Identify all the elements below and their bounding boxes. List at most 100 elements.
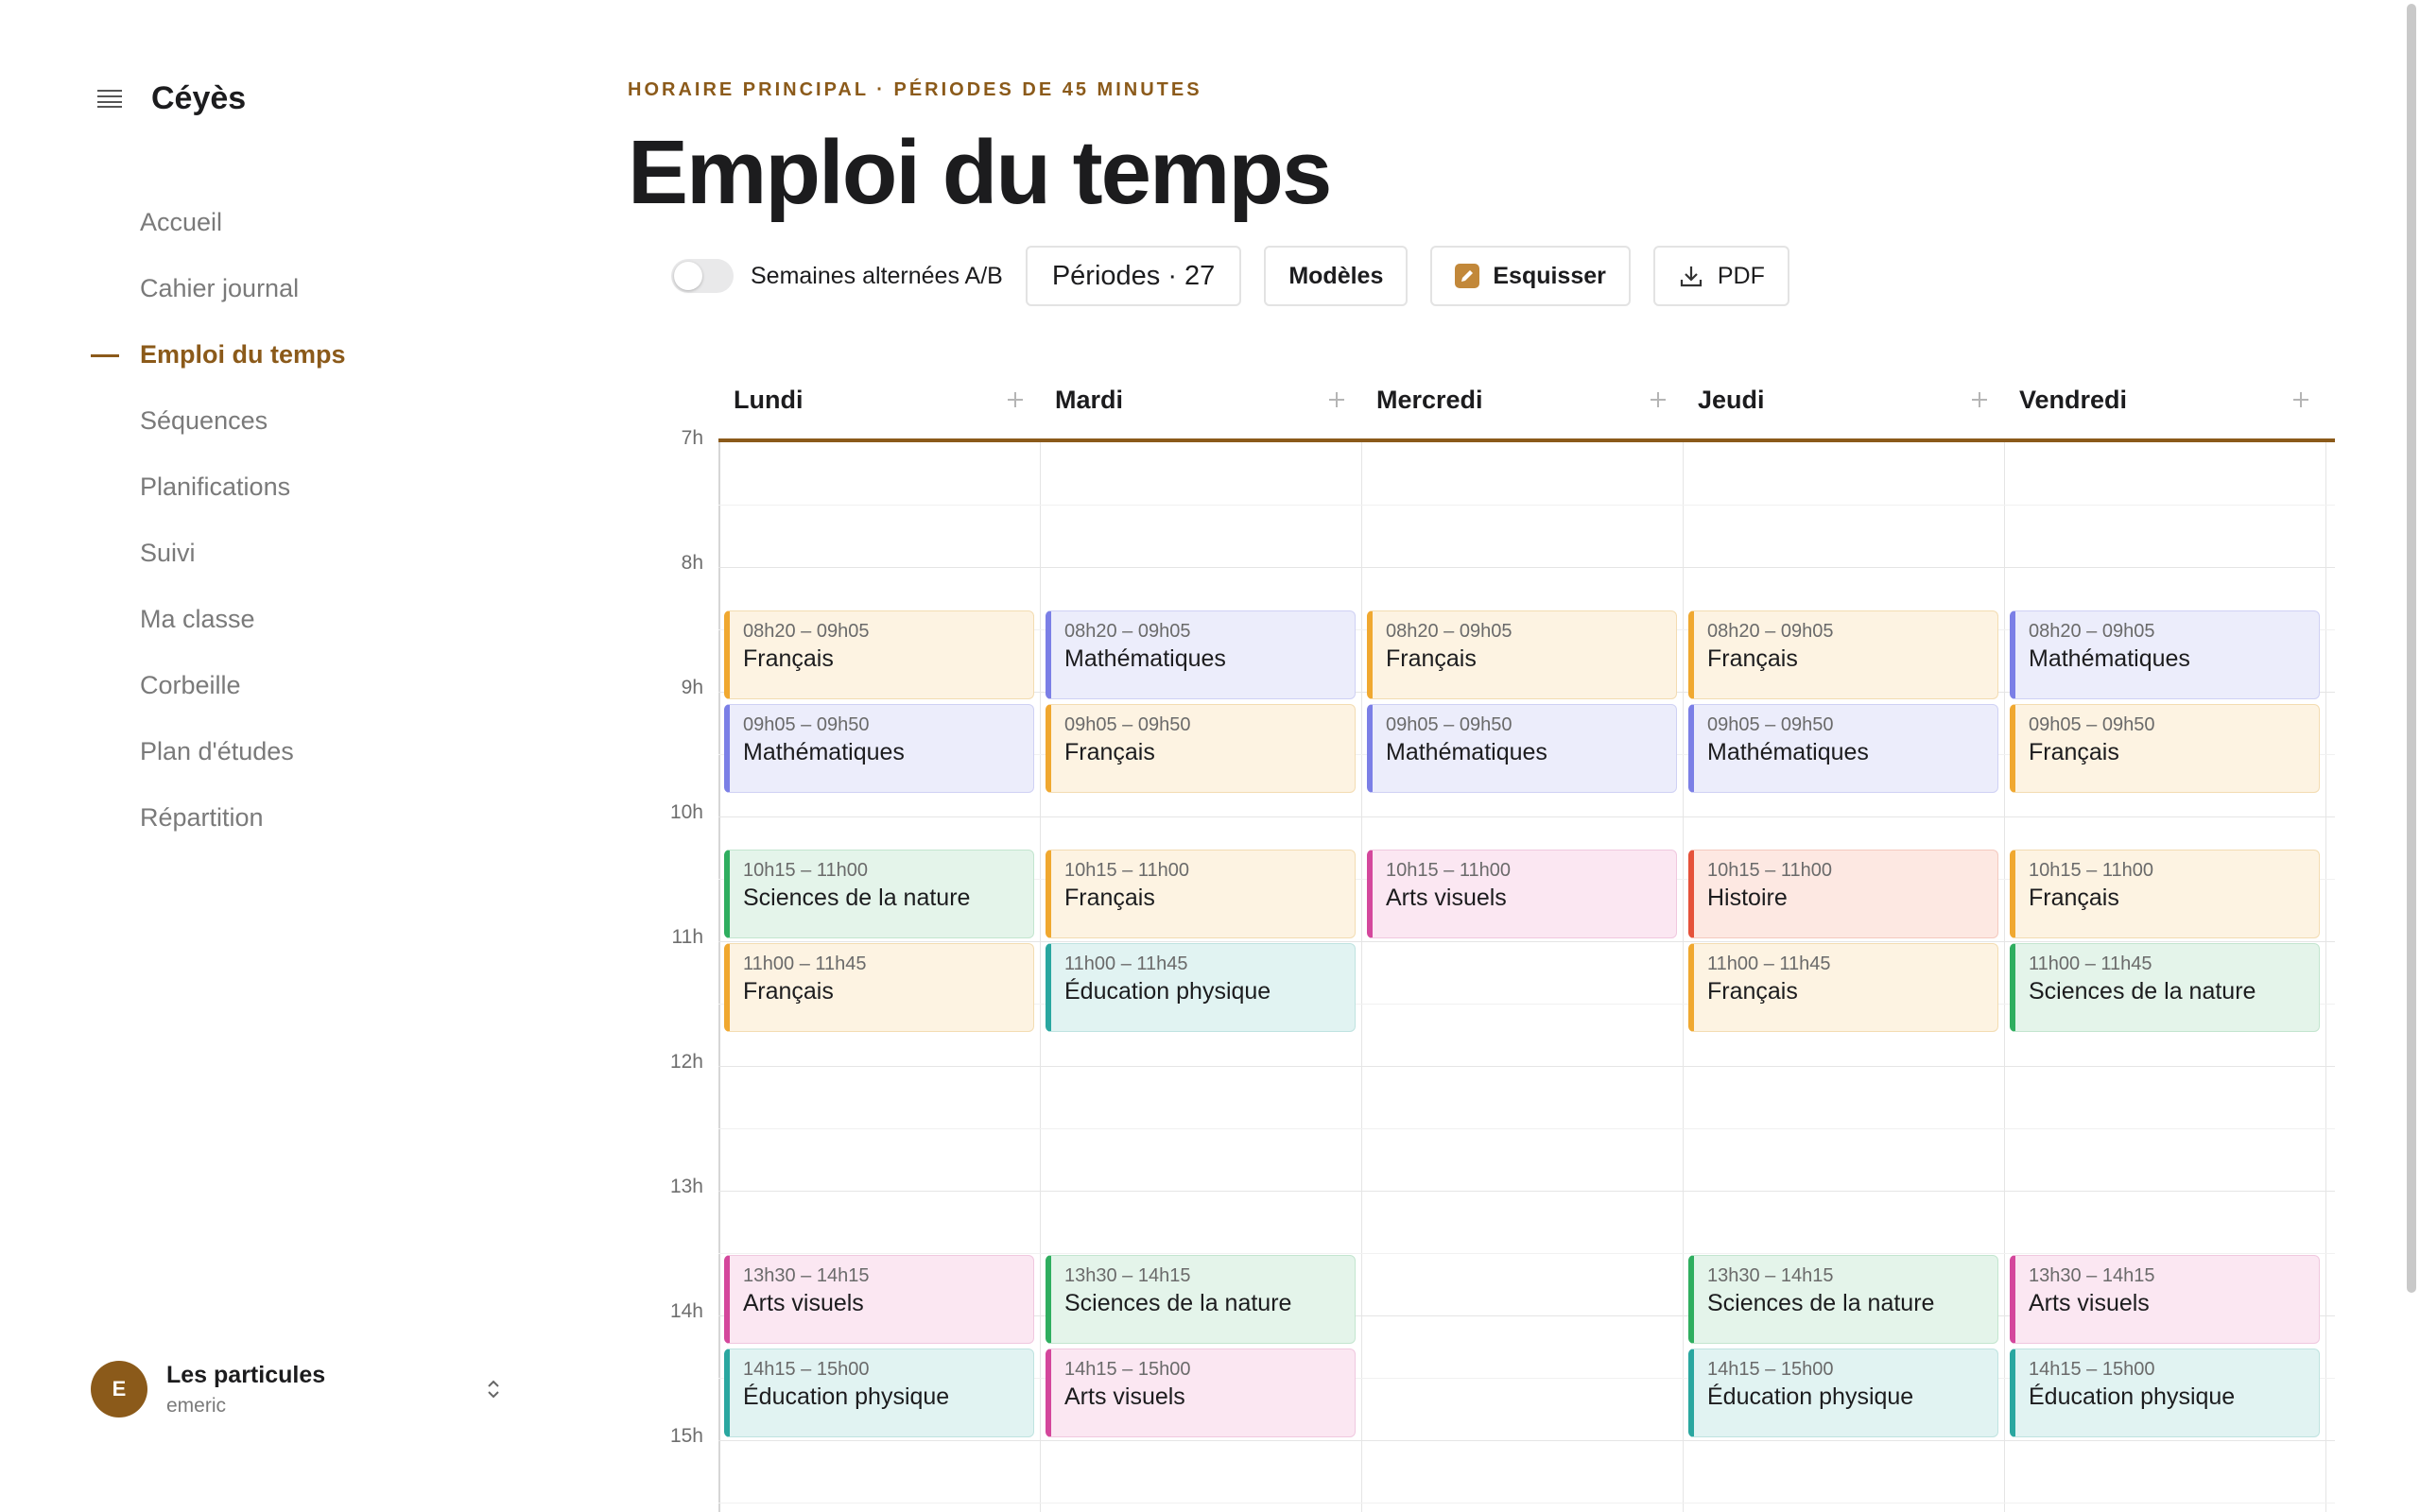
- page-eyebrow: HORAIRE PRINCIPAL · PÉRIODES DE 45 MINUT…: [628, 79, 1202, 100]
- lesson-block[interactable]: 08h20 – 09h05 Français: [724, 610, 1034, 699]
- lesson-block[interactable]: 08h20 – 09h05 Français: [1367, 610, 1677, 699]
- toggle-knob: [674, 262, 702, 290]
- lesson-subject: Sciences de la nature: [1707, 1290, 1935, 1316]
- lesson-subject: Français: [743, 978, 834, 1005]
- lesson-block[interactable]: 14h15 – 15h00 Éducation physique: [724, 1349, 1034, 1437]
- lesson-subject: Français: [2029, 739, 2119, 765]
- lesson-time: 11h00 – 11h45: [2029, 954, 2152, 974]
- lesson-block[interactable]: 08h20 – 09h05 Français: [1688, 610, 1998, 699]
- scrollbar-thumb[interactable]: [2407, 4, 2416, 1293]
- day-name: Vendredi: [2019, 385, 2128, 414]
- alternate-weeks-toggle[interactable]: [671, 259, 734, 293]
- pencil-icon: [1455, 264, 1480, 288]
- pdf-button[interactable]: PDF: [1652, 246, 1789, 306]
- avatar: E: [91, 1361, 147, 1418]
- lesson-block[interactable]: 09h05 – 09h50 Mathématiques: [1367, 704, 1677, 793]
- lesson-time: 08h20 – 09h05: [1064, 621, 1191, 642]
- lesson-block[interactable]: 08h20 – 09h05 Mathématiques: [2010, 610, 2320, 699]
- scrollbar[interactable]: [2403, 0, 2420, 1512]
- lesson-block[interactable]: 09h05 – 09h50 Mathématiques: [1688, 704, 1998, 793]
- column-divider: [718, 442, 720, 1512]
- lesson-time: 14h15 – 15h00: [1707, 1359, 1834, 1380]
- lesson-subject: Mathématiques: [1386, 739, 1547, 765]
- lesson-subject: Français: [1386, 645, 1477, 672]
- lesson-block[interactable]: 09h05 – 09h50 Français: [2010, 704, 2320, 793]
- page-title: Emploi du temps: [628, 122, 1332, 223]
- lesson-time: 11h00 – 11h45: [743, 954, 867, 974]
- lesson-block[interactable]: 11h00 – 11h45 Éducation physique: [1046, 943, 1356, 1032]
- sidebar-item-plan-etudes[interactable]: Plan d'études: [91, 718, 346, 784]
- sidebar-item-suivi[interactable]: Suivi: [91, 520, 346, 586]
- half-hour-line: [718, 1253, 2335, 1254]
- lesson-block[interactable]: 13h30 – 14h15 Sciences de la nature: [1046, 1255, 1356, 1344]
- lesson-block[interactable]: 10h15 – 11h00 Histoire: [1688, 850, 1998, 938]
- day-name: Jeudi: [1698, 385, 1765, 414]
- sidebar-item-sequences[interactable]: Séquences: [91, 387, 346, 454]
- lesson-time: 09h05 – 09h50: [1064, 714, 1191, 735]
- lesson-subject: Arts visuels: [743, 1290, 864, 1316]
- lesson-block[interactable]: 13h30 – 14h15 Arts visuels: [724, 1255, 1034, 1344]
- column-divider: [1683, 442, 1684, 1512]
- periods-button[interactable]: Périodes · 27: [1025, 246, 1242, 306]
- lesson-time: 09h05 – 09h50: [2029, 714, 2155, 735]
- lesson-subject: Sciences de la nature: [743, 885, 971, 911]
- add-lesson-icon[interactable]: [1645, 387, 1671, 413]
- hour-label: 14h: [669, 1300, 703, 1322]
- day-name: Mardi: [1055, 385, 1124, 414]
- lesson-block[interactable]: 11h00 – 11h45 Sciences de la nature: [2010, 943, 2320, 1032]
- lesson-subject: Sciences de la nature: [2029, 978, 2256, 1005]
- sidebar-item-cahier-journal[interactable]: Cahier journal: [91, 255, 346, 321]
- lesson-subject: Arts visuels: [2029, 1290, 2150, 1316]
- day-header-mardi: Mardi: [1055, 378, 1350, 421]
- lesson-block[interactable]: 13h30 – 14h15 Arts visuels: [2010, 1255, 2320, 1344]
- lesson-block[interactable]: 14h15 – 15h00 Éducation physique: [2010, 1349, 2320, 1437]
- lesson-block[interactable]: 11h00 – 11h45 Français: [724, 943, 1034, 1032]
- add-lesson-icon[interactable]: [1323, 387, 1350, 413]
- day-header-jeudi: Jeudi: [1698, 378, 1993, 421]
- models-button[interactable]: Modèles: [1264, 246, 1409, 306]
- column-divider: [2325, 442, 2326, 1512]
- lesson-time: 09h05 – 09h50: [1386, 714, 1512, 735]
- lesson-subject: Éducation physique: [1064, 978, 1271, 1005]
- account-switcher[interactable]: E Les particules emeric: [91, 1361, 507, 1418]
- day-name: Lundi: [734, 385, 804, 414]
- pdf-label: PDF: [1717, 262, 1765, 289]
- sidebar-item-corbeille[interactable]: Corbeille: [91, 652, 346, 718]
- hour-label: 15h: [669, 1425, 703, 1447]
- menu-icon[interactable]: [91, 79, 129, 117]
- column-divider: [1040, 442, 1041, 1512]
- lesson-time: 11h00 – 11h45: [1707, 954, 1831, 974]
- sidebar-nav: Accueil Cahier journal Emploi du temps S…: [91, 189, 346, 850]
- sketch-button[interactable]: Esquisser: [1430, 246, 1631, 306]
- lesson-block[interactable]: 10h15 – 11h00 Arts visuels: [1367, 850, 1677, 938]
- lesson-block[interactable]: 10h15 – 11h00 Français: [2010, 850, 2320, 938]
- lesson-block[interactable]: 09h05 – 09h50 Français: [1046, 704, 1356, 793]
- sidebar-item-ma-classe[interactable]: Ma classe: [91, 586, 346, 652]
- sidebar-item-accueil[interactable]: Accueil: [91, 189, 346, 255]
- timetable-grid: 7h 8h 9h 10h 11h 12h 13h 14h 15h Lundi 08h20 – 09h…: [643, 359, 2335, 1512]
- lesson-subject: Arts visuels: [1386, 885, 1507, 911]
- lesson-block[interactable]: 13h30 – 14h15 Sciences de la nature: [1688, 1255, 1998, 1344]
- lesson-time: 11h00 – 11h45: [1064, 954, 1188, 974]
- lesson-block[interactable]: 14h15 – 15h00 Éducation physique: [1688, 1349, 1998, 1437]
- add-lesson-icon[interactable]: [1002, 387, 1028, 413]
- lesson-subject: Français: [1707, 645, 1798, 672]
- lesson-subject: Histoire: [1707, 885, 1788, 911]
- lesson-block[interactable]: 10h15 – 11h00 Français: [1046, 850, 1356, 938]
- sidebar-item-planifications[interactable]: Planifications: [91, 454, 346, 520]
- lesson-block[interactable]: 09h05 – 09h50 Mathématiques: [724, 704, 1034, 793]
- column-divider: [1361, 442, 1362, 1512]
- day-header-mercredi: Mercredi: [1376, 378, 1671, 421]
- sidebar-item-emploi-du-temps[interactable]: Emploi du temps: [91, 321, 346, 387]
- add-lesson-icon[interactable]: [2288, 387, 2314, 413]
- lesson-block[interactable]: 11h00 – 11h45 Français: [1688, 943, 1998, 1032]
- add-lesson-icon[interactable]: [1966, 387, 1993, 413]
- lesson-block[interactable]: 10h15 – 11h00 Sciences de la nature: [724, 850, 1034, 938]
- lesson-block[interactable]: 08h20 – 09h05 Mathématiques: [1046, 610, 1356, 699]
- lesson-subject: Éducation physique: [743, 1383, 950, 1410]
- lesson-subject: Mathématiques: [1064, 645, 1226, 672]
- lesson-time: 10h15 – 11h00: [743, 860, 868, 881]
- sidebar-item-repartition[interactable]: Répartition: [91, 784, 346, 850]
- lesson-subject: Mathématiques: [743, 739, 905, 765]
- lesson-block[interactable]: 14h15 – 15h00 Arts visuels: [1046, 1349, 1356, 1437]
